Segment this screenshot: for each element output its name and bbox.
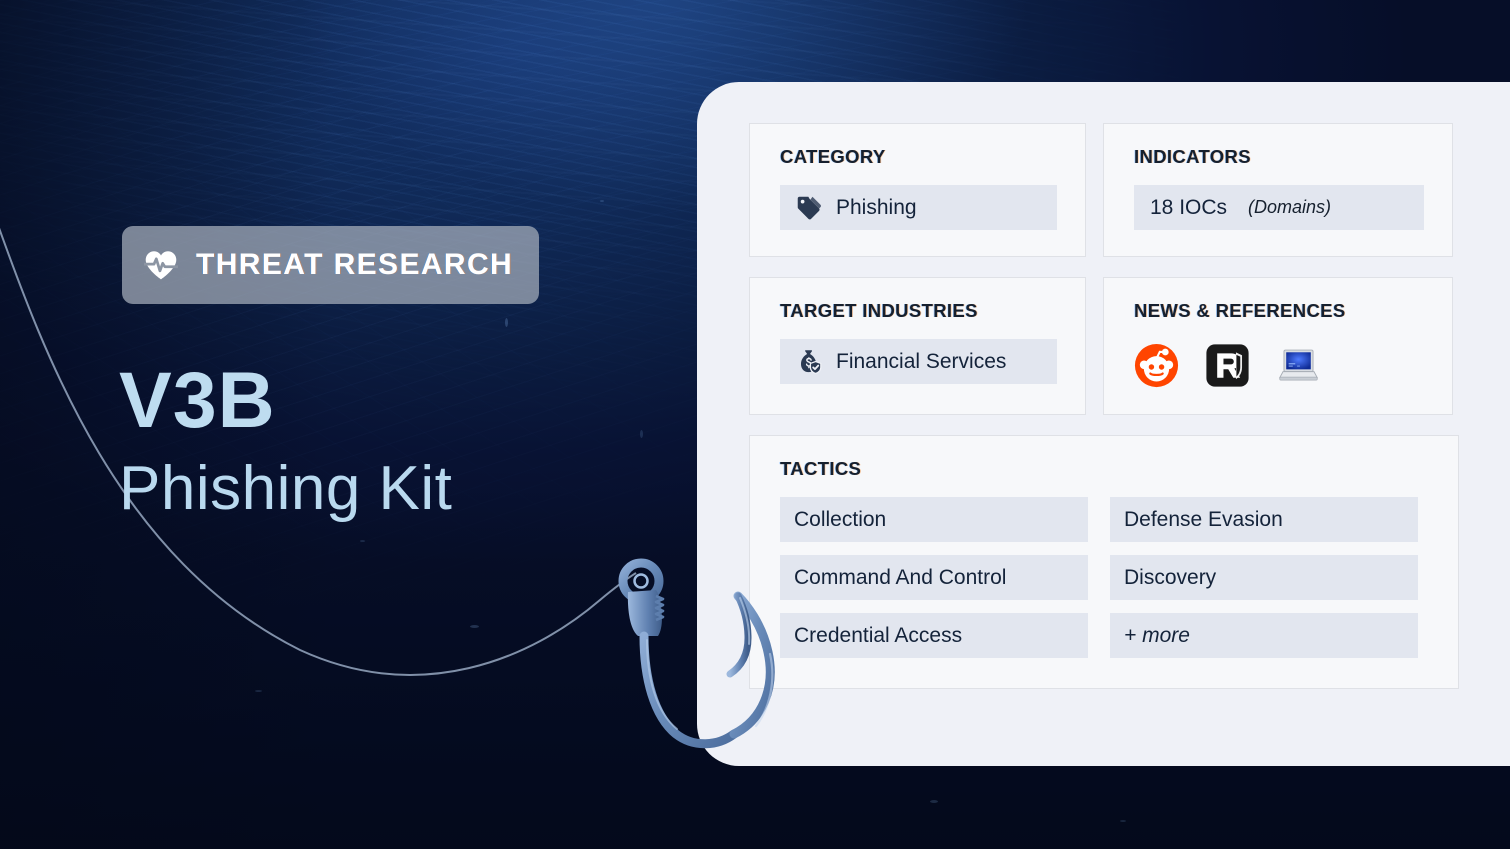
resecurity-icon[interactable] (1205, 343, 1250, 388)
fish-hook-illustration (618, 558, 775, 749)
tactic-chip: Credential Access (780, 613, 1088, 658)
money-bag-shield-icon (800, 349, 822, 374)
page-subtitle: Phishing Kit (119, 454, 453, 523)
indicators-value: 18 IOCs (1150, 195, 1228, 219)
laptop-icon[interactable] (1276, 343, 1321, 388)
card-category-title: CATEGORY (780, 146, 886, 167)
tactics-grid: Collection Defense Evasion Command And C… (780, 497, 1418, 658)
card-news-references: NEWS & REFERENCES (1103, 277, 1453, 415)
card-target-industries: TARGET INDUSTRIES Financial Services (749, 277, 1086, 415)
threat-research-badge: THREAT RESEARCH (122, 226, 540, 304)
tag-icon (797, 196, 821, 219)
heart-pulse-icon (144, 251, 178, 280)
card-tactics: TACTICS Collection Defense Evasion Comma… (749, 435, 1459, 689)
card-news-references-title: NEWS & REFERENCES (1134, 300, 1346, 321)
card-tactics-title: TACTICS (780, 458, 862, 479)
threat-research-graphic: THREAT RESEARCH V3B Phishing Kit CATEGOR… (0, 0, 1510, 849)
category-value: Phishing (836, 195, 917, 219)
tactic-chip: Discovery (1110, 555, 1418, 600)
target-industry-chip: Financial Services (780, 339, 1057, 384)
badge-label: THREAT RESEARCH (196, 248, 514, 281)
target-industry-value: Financial Services (836, 349, 1007, 373)
tactic-chip-more[interactable]: + more (1110, 613, 1418, 658)
page-title: V3B (119, 355, 276, 444)
category-chip: Phishing (780, 185, 1057, 230)
tactic-chip: Collection (780, 497, 1088, 542)
card-indicators: INDICATORS 18 IOCs (Domains) (1103, 123, 1453, 257)
indicators-chip: 18 IOCs (Domains) (1134, 185, 1424, 230)
info-panel: CATEGORY Phishing INDICATORS 18 IOCs (Do… (697, 82, 1510, 766)
card-category: CATEGORY Phishing (749, 123, 1086, 257)
card-indicators-title: INDICATORS (1134, 146, 1251, 167)
reference-icon-row (1134, 339, 1424, 388)
indicators-note: (Domains) (1248, 197, 1332, 217)
card-target-industries-title: TARGET INDUSTRIES (780, 300, 978, 321)
reddit-icon[interactable] (1134, 343, 1179, 388)
tactic-chip: Defense Evasion (1110, 497, 1418, 542)
tactic-chip: Command And Control (780, 555, 1088, 600)
